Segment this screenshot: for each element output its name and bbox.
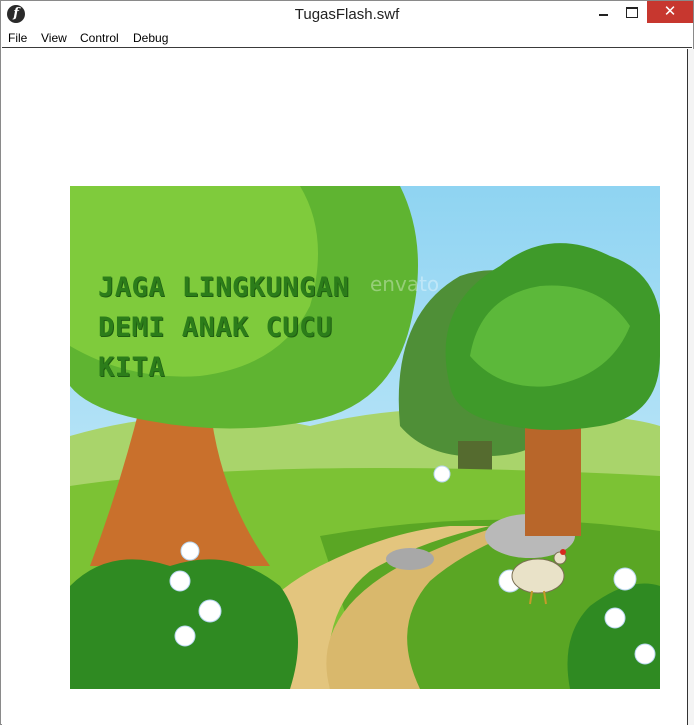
small-rock <box>386 548 434 570</box>
forest-illustration: envato <box>70 186 660 689</box>
headline-line-3: KITA <box>98 352 166 383</box>
close-icon: ✕ <box>663 3 677 20</box>
headline-line-1: JAGA LINGKUNGAN <box>98 272 350 303</box>
menu-file[interactable]: File <box>8 31 27 45</box>
minimize-button[interactable] <box>589 1 619 23</box>
menu-bar: File View Control Debug <box>2 29 692 48</box>
flash-stage[interactable]: envato JAGA LINGKUNGAN DEMI ANAK CUCU KI… <box>2 49 687 725</box>
headline: JAGA LINGKUNGAN DEMI ANAK CUCU KITA <box>98 268 428 388</box>
title-bar[interactable]: f TugasFlash.swf ✕ <box>1 1 693 29</box>
menu-debug[interactable]: Debug <box>133 31 168 45</box>
scroll-gutter <box>688 49 694 725</box>
menu-view[interactable]: View <box>41 31 67 45</box>
headline-line-2: DEMI ANAK CUCU <box>98 312 333 343</box>
maximize-button[interactable] <box>618 1 646 23</box>
menu-control[interactable]: Control <box>80 31 119 45</box>
flash-player-window: f TugasFlash.swf ✕ File View Control Deb… <box>0 0 694 725</box>
forest-scene: envato JAGA LINGKUNGAN DEMI ANAK CUCU KI… <box>70 186 660 689</box>
close-button[interactable]: ✕ <box>647 1 693 23</box>
